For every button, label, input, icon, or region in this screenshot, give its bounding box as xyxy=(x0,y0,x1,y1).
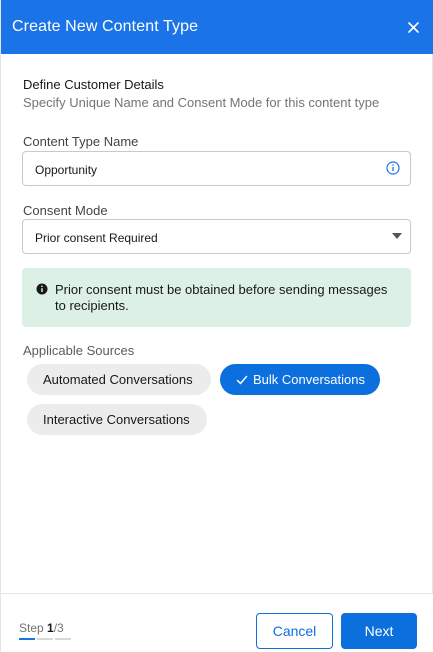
consent-notice: Prior consent must be obtained before se… xyxy=(22,268,411,327)
chip-interactive-conversations[interactable]: Interactive Conversations xyxy=(27,404,207,435)
info-icon[interactable] xyxy=(386,161,400,175)
chip-automated-conversations[interactable]: Automated Conversations xyxy=(27,364,211,395)
chip-bulk-conversations[interactable]: Bulk Conversations xyxy=(220,364,380,395)
cancel-button[interactable]: Cancel xyxy=(256,613,333,649)
chip-label: Bulk Conversations xyxy=(253,372,365,387)
notice-text: Prior consent must be obtained before se… xyxy=(55,282,388,313)
step-bar-1 xyxy=(19,638,35,640)
chip-label: Automated Conversations xyxy=(43,372,193,387)
chevron-down-icon xyxy=(392,233,402,239)
applicable-sources-label: Applicable Sources xyxy=(23,343,135,358)
step-bar-2 xyxy=(37,638,53,640)
consent-mode-value: Prior consent Required xyxy=(35,231,158,245)
content-type-name-value: Opportunity xyxy=(35,163,98,177)
step-total: /3 xyxy=(53,621,64,635)
modal-footer: Step 1/3 Cancel Next xyxy=(1,593,433,652)
next-button[interactable]: Next xyxy=(341,613,417,649)
info-filled-icon xyxy=(36,283,48,295)
consent-mode-label: Consent Mode xyxy=(23,203,108,218)
step-bar-3 xyxy=(55,638,71,640)
check-icon xyxy=(236,375,248,384)
create-content-type-modal: Create New Content Type Define Customer … xyxy=(0,0,433,652)
section-subtitle: Specify Unique Name and Consent Mode for… xyxy=(23,95,380,110)
step-indicator: Step 1/3 xyxy=(19,621,64,635)
close-button[interactable] xyxy=(404,18,422,36)
section-title: Define Customer Details xyxy=(23,77,164,92)
consent-mode-select[interactable]: Prior consent Required xyxy=(22,219,411,254)
content-type-name-label: Content Type Name xyxy=(23,134,139,149)
modal-header: Create New Content Type xyxy=(1,0,433,54)
chip-label: Interactive Conversations xyxy=(43,412,190,427)
content-type-name-input[interactable]: Opportunity xyxy=(22,151,411,186)
step-current: 1 xyxy=(47,621,54,635)
modal-title: Create New Content Type xyxy=(12,18,199,35)
step-progress xyxy=(19,638,71,640)
step-label: Step xyxy=(19,621,44,635)
close-icon xyxy=(407,21,419,33)
